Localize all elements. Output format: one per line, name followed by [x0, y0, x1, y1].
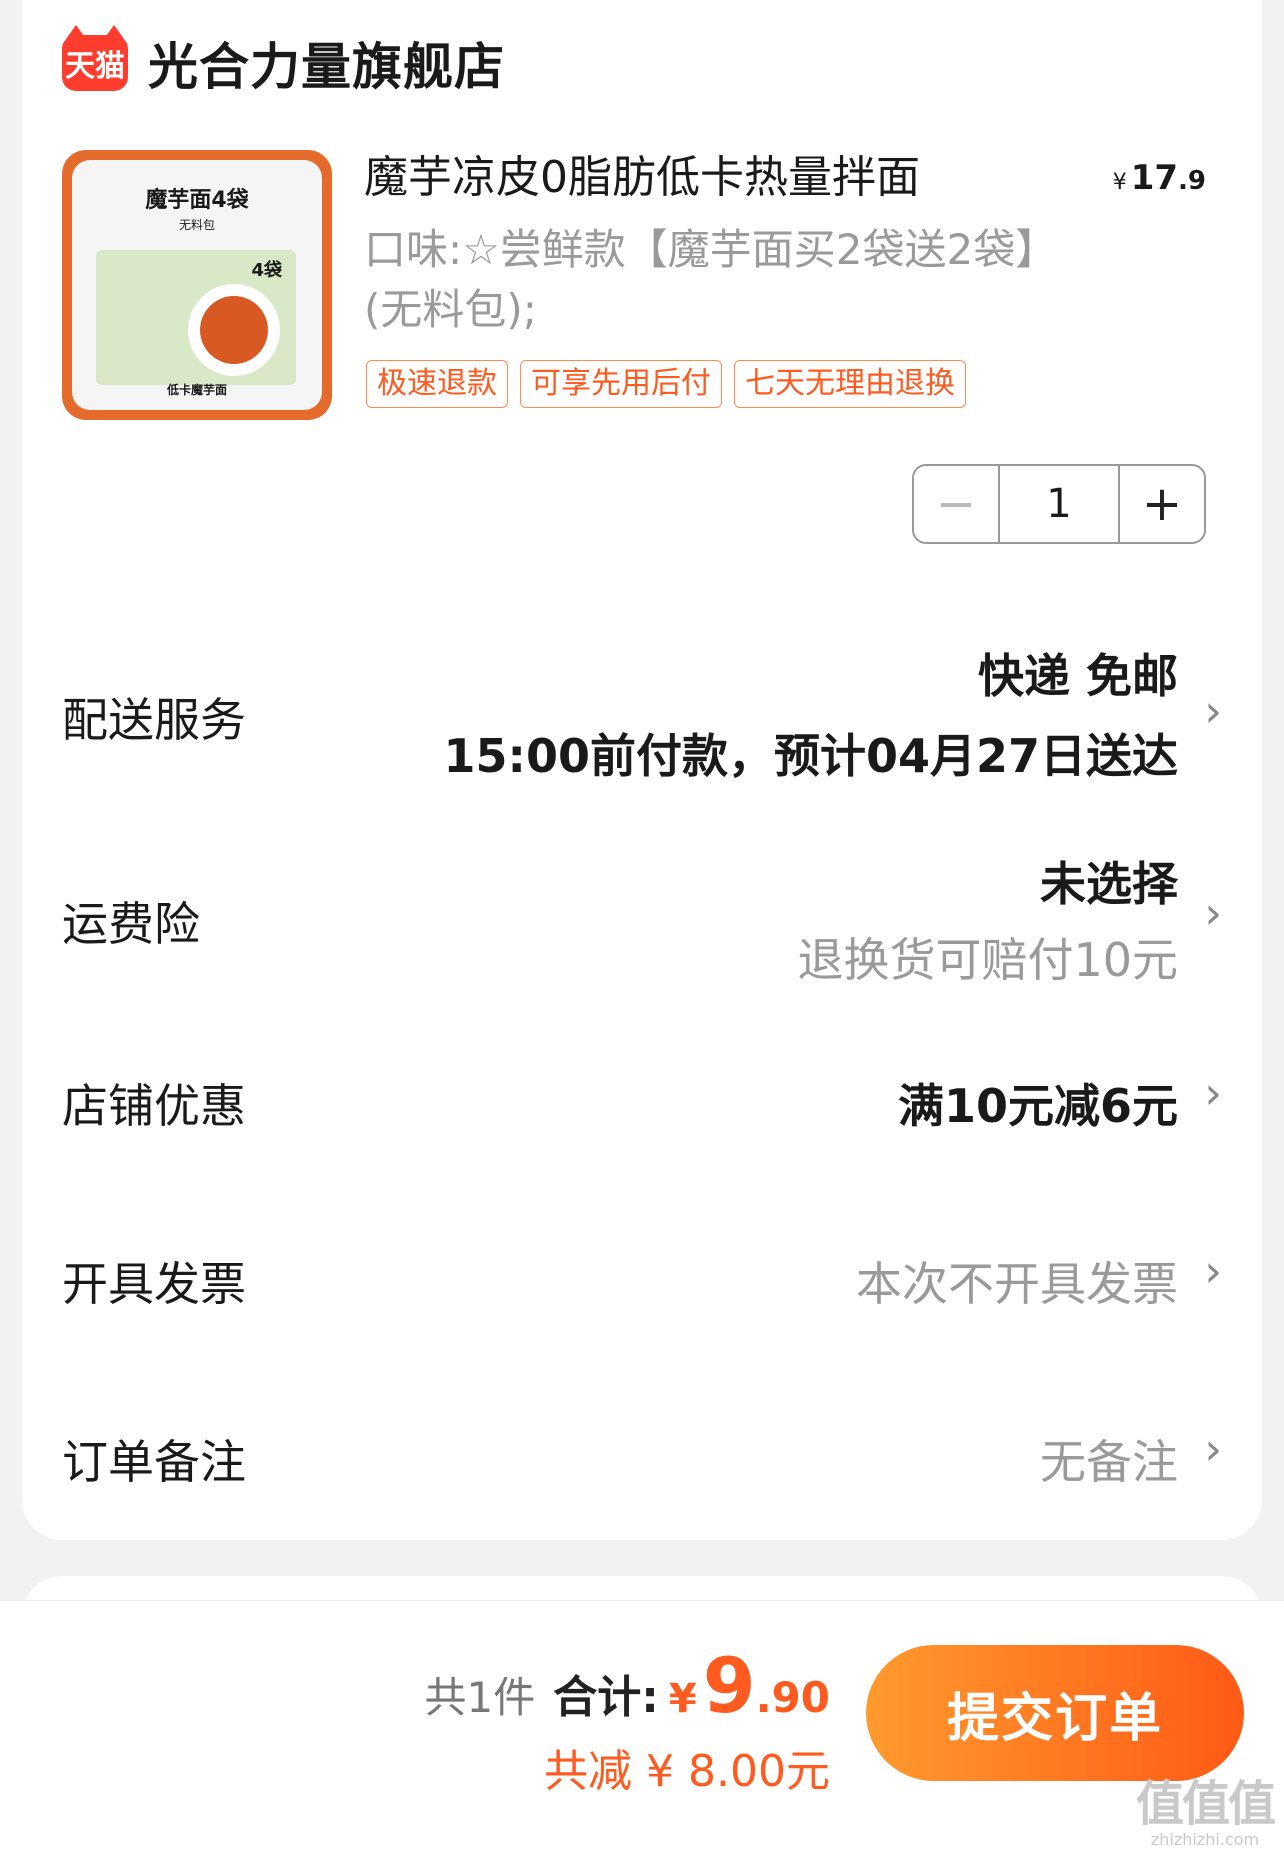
insurance-value: 未选择 退换货可赔付10元 — [797, 848, 1178, 990]
tag-pay-later: 可享先用后付 — [520, 360, 722, 408]
insurance-status: 未选择 — [1040, 857, 1178, 911]
total-line: 共1件 合计: ¥ 9 .90 — [425, 1641, 830, 1730]
price-symbol: ¥ — [1112, 170, 1127, 195]
coupon-value: 满10元减6元 — [897, 1079, 1178, 1133]
thumbnail-image: 魔芋面4袋 无料包 4袋 低卡魔芋面 — [72, 160, 322, 410]
plus-icon[interactable]: + — [1118, 466, 1204, 542]
thumb-footer: 低卡魔芋面 — [166, 383, 227, 397]
insurance-desc: 退换货可赔付10元 — [797, 933, 1178, 987]
watermark-url: zhizhizhi.com — [1150, 1830, 1260, 1849]
noodle-package-image: 4袋 — [96, 250, 296, 385]
noodle-image — [200, 296, 268, 364]
quantity-stepper: − 1 + — [912, 464, 1206, 544]
shop-header[interactable]: 天猫 光合力量旗舰店 — [62, 25, 505, 99]
delivery-eta: 15:00前付款，预计04月27日送达 — [443, 729, 1178, 783]
item-count: 共1件 — [424, 1673, 536, 1722]
invoice-label: 开具发票 — [62, 1257, 246, 1311]
total-dec: .90 — [755, 1673, 830, 1722]
remark-label: 订单备注 — [62, 1435, 246, 1489]
total-symbol: ¥ — [668, 1676, 697, 1722]
chevron-right-icon: › — [1204, 1068, 1222, 1119]
delivery-label: 配送服务 — [62, 693, 246, 747]
price-dec: .9 — [1178, 166, 1206, 196]
row-shop-coupon[interactable]: 店铺优惠 满10元减6元 › — [62, 1064, 1222, 1134]
price-int: 17 — [1130, 158, 1179, 198]
product-spec[interactable]: 口味:☆尝鲜款【魔芋面买2袋送2袋】(无料包); — [364, 220, 1044, 340]
coupon-label: 店铺优惠 — [62, 1079, 246, 1133]
tag-7day-return: 七天无理由退换 — [734, 360, 966, 408]
remark-value: 无备注 — [1040, 1435, 1178, 1489]
minus-icon[interactable]: − — [914, 466, 1000, 542]
insurance-label: 运费险 — [62, 897, 200, 951]
quantity-value[interactable]: 1 — [1000, 466, 1118, 542]
total-int: 9 — [702, 1641, 756, 1730]
row-order-remark[interactable]: 订单备注 无备注 › — [62, 1420, 1222, 1490]
delivery-method: 快递 免邮 — [977, 649, 1178, 703]
product-price: ¥17.9 — [1113, 158, 1206, 198]
delivery-value: 快递 免邮 15:00前付款，预计04月27日送达 — [444, 640, 1178, 786]
noodle-bowl-image — [188, 284, 280, 376]
total-label: 合计: — [553, 1672, 659, 1723]
thumb-bags-label: 4袋 — [251, 260, 282, 281]
row-shipping-insurance[interactable]: 运费险 未选择 退换货可赔付10元 › — [62, 848, 1222, 988]
watermark-logo: 值值值 — [1135, 1776, 1276, 1832]
row-invoice[interactable]: 开具发票 本次不开具发票 › — [62, 1242, 1222, 1312]
watermark: 值值值 zhizhizhi.com — [1135, 1764, 1276, 1849]
service-tags: 极速退款 可享先用后付 七天无理由退换 — [366, 360, 966, 408]
product-title[interactable]: 魔芋凉皮0脂肪低卡热量拌面 — [364, 148, 1064, 208]
checkout-bar: 共1件 合计: ¥ 9 .90 共减 ¥ 8.00元 提交订单 值值值 zhiz… — [0, 1600, 1284, 1855]
discount-summary[interactable]: 共减 ¥ 8.00元 — [544, 1735, 830, 1799]
order-card: 天猫 光合力量旗舰店 魔芋面4袋 无料包 4袋 低卡魔芋面 魔芋凉皮0脂肪低卡热… — [22, 0, 1262, 1540]
tag-fast-refund: 极速退款 — [366, 360, 508, 408]
chevron-right-icon: › — [1204, 1424, 1222, 1475]
thumb-subtitle: 无料包 — [178, 218, 215, 232]
product-thumbnail[interactable]: 魔芋面4袋 无料包 4袋 低卡魔芋面 — [62, 150, 332, 420]
chevron-right-icon: › — [1204, 1246, 1222, 1297]
shop-name[interactable]: 光合力量旗舰店 — [148, 27, 505, 99]
thumb-title: 魔芋面4袋 — [145, 188, 249, 213]
row-delivery[interactable]: 配送服务 快递 免邮 15:00前付款，预计04月27日送达 › — [62, 640, 1222, 790]
invoice-value: 本次不开具发票 — [856, 1257, 1178, 1311]
chevron-right-icon: › — [1204, 888, 1222, 939]
tmall-logo-icon: 天猫 — [62, 25, 128, 91]
chevron-right-icon: › — [1204, 686, 1222, 737]
submit-order-button[interactable]: 提交订单 — [866, 1645, 1244, 1781]
